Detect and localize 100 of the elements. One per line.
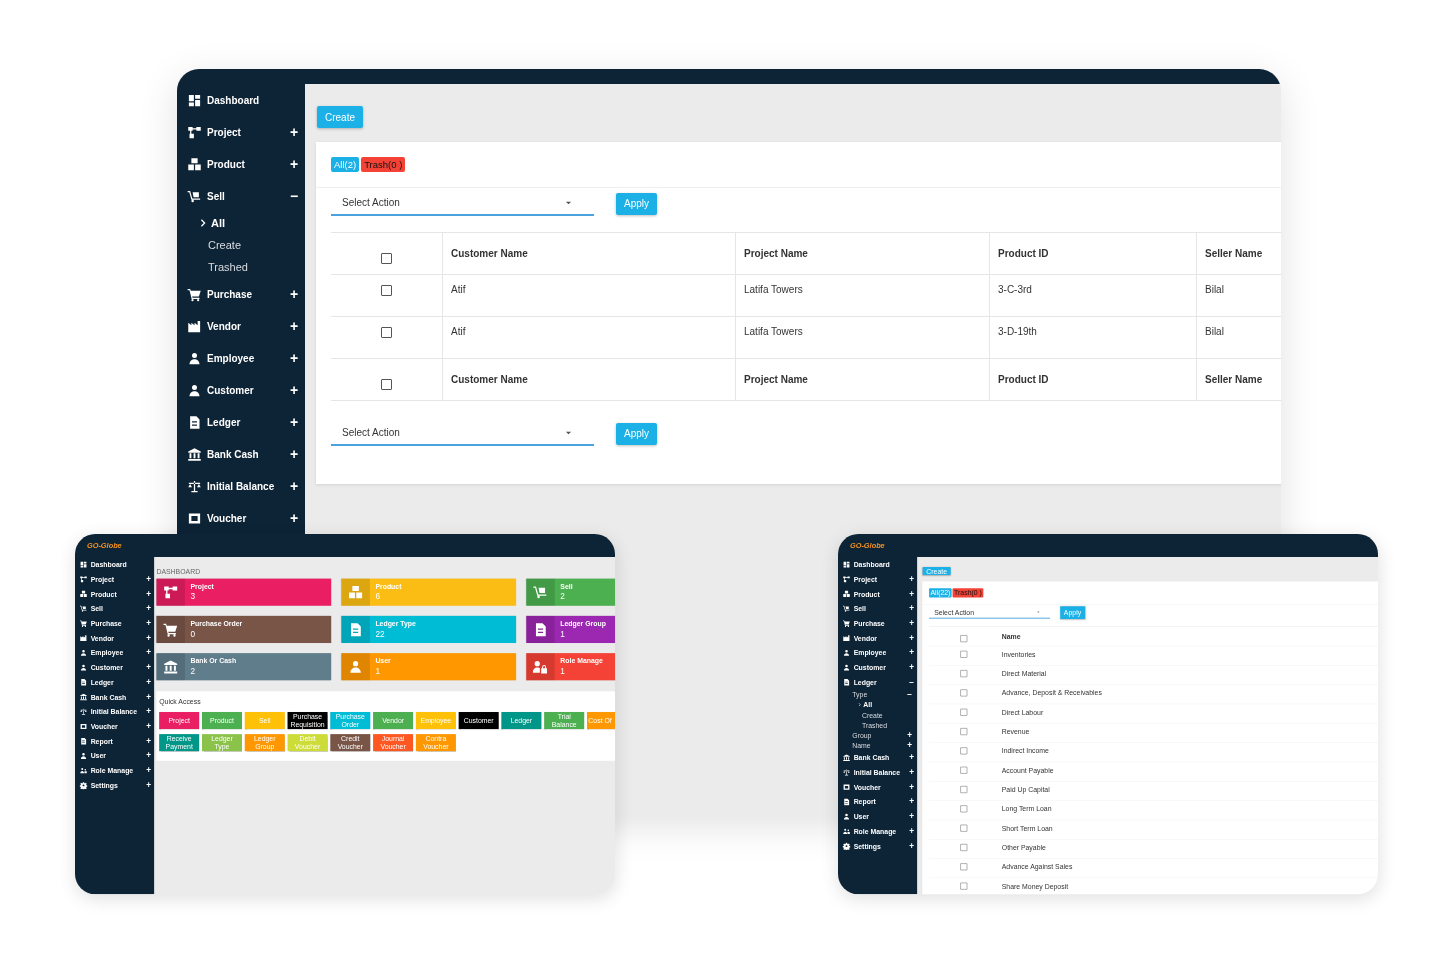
submenu-link[interactable]: All (211, 217, 226, 229)
column-header: Customer Name (451, 248, 528, 259)
table-cell: Latifa Towers (744, 326, 803, 337)
caret-icon (565, 430, 572, 435)
network-icon (842, 575, 851, 583)
expand-toggle[interactable]: + (908, 618, 915, 629)
column-header: Seller Name (1205, 248, 1263, 259)
grid-icon (79, 560, 88, 569)
sidebar-link[interactable]: Vendor (187, 318, 241, 334)
submenu-link[interactable]: Create (208, 239, 242, 251)
cart-icon (162, 621, 179, 638)
person-icon (79, 663, 88, 672)
bank-icon (162, 658, 179, 675)
expand-toggle[interactable]: + (908, 782, 915, 792)
person-icon (187, 382, 202, 398)
expand-toggle[interactable]: + (907, 730, 913, 740)
cart-icon (79, 619, 88, 628)
sidebar-link[interactable]: Voucher (187, 510, 247, 526)
expand-toggle[interactable]: + (908, 752, 915, 763)
expand-toggle[interactable]: + (289, 446, 299, 462)
expand-toggle[interactable]: + (908, 811, 915, 822)
expand-toggle[interactable]: + (289, 350, 299, 366)
sidebar-link[interactable]: Employee (187, 350, 255, 366)
sidebar-link[interactable]: Customer (187, 382, 254, 398)
filter-link[interactable]: Trash(0 ) (361, 157, 406, 172)
expand-toggle[interactable]: + (908, 841, 915, 851)
expand-toggle[interactable]: + (145, 780, 152, 790)
expand-toggle[interactable]: + (145, 647, 152, 658)
sidebar-link[interactable]: Bank Cash (187, 446, 259, 462)
stat-count: 0 (190, 629, 197, 639)
action-select[interactable]: Select Action (331, 421, 594, 446)
expand-toggle[interactable]: + (145, 721, 152, 732)
column-header: Customer Name (451, 374, 528, 385)
expand-toggle[interactable]: + (145, 706, 152, 717)
frame-icon (842, 783, 851, 791)
sidebar-link[interactable]: Sell (187, 188, 225, 204)
stat-count: 2 (560, 591, 566, 602)
submenu-link[interactable]: Trashed (208, 261, 248, 273)
stat-count: 1 (375, 666, 381, 677)
expand-toggle[interactable]: + (145, 750, 152, 761)
factory-icon (842, 634, 851, 642)
expand-toggle[interactable]: + (289, 478, 299, 494)
expand-toggle[interactable]: + (289, 286, 299, 302)
expand-toggle[interactable]: + (908, 633, 915, 643)
expand-toggle[interactable]: + (289, 156, 299, 172)
expand-toggle[interactable]: + (908, 796, 915, 807)
checkbox[interactable] (381, 285, 392, 296)
expand-toggle[interactable]: + (908, 662, 915, 673)
people-icon (79, 766, 88, 775)
expand-toggle[interactable]: + (145, 633, 152, 643)
expand-toggle[interactable]: + (908, 767, 915, 778)
expand-toggle[interactable]: + (145, 765, 152, 776)
people-icon (842, 827, 851, 836)
expand-toggle[interactable]: + (145, 603, 152, 614)
expand-toggle[interactable]: + (289, 510, 299, 526)
expand-toggle[interactable]: + (145, 662, 152, 673)
expand-toggle[interactable]: + (908, 574, 915, 584)
action-select[interactable]: Select Action (331, 191, 594, 216)
expand-toggle[interactable]: + (145, 677, 152, 687)
column-header: Project Name (744, 374, 808, 385)
document-icon (79, 678, 88, 687)
expand-toggle[interactable]: + (145, 618, 152, 629)
sidebar-link[interactable]: Ledger (187, 414, 241, 430)
factory-icon (187, 318, 202, 334)
sidebar-link[interactable]: Initial Balance (187, 478, 275, 494)
expand-toggle[interactable]: + (145, 588, 152, 599)
expand-toggle[interactable]: − (289, 188, 299, 204)
expand-toggle[interactable]: + (289, 318, 299, 334)
checkbox[interactable] (381, 327, 392, 338)
network-icon (187, 124, 202, 140)
factory-icon (79, 634, 88, 642)
expand-toggle[interactable]: + (289, 124, 299, 140)
sidebar-link[interactable]: Dashboard (187, 92, 260, 108)
gear-icon (79, 781, 88, 790)
table-cell: 3-D-19th (998, 326, 1037, 337)
sidebar-link[interactable]: Purchase (187, 286, 253, 302)
document-icon (842, 797, 851, 806)
expand-toggle[interactable]: + (908, 603, 915, 614)
person-icon (842, 663, 851, 672)
hand-truck-icon (532, 584, 549, 600)
expand-toggle[interactable]: + (908, 588, 915, 599)
expand-toggle[interactable]: + (145, 736, 152, 746)
stat-count: 3 (190, 591, 197, 602)
expand-toggle[interactable]: + (908, 647, 915, 658)
person-icon (842, 648, 851, 657)
expand-toggle[interactable]: + (289, 414, 299, 430)
checkbox[interactable] (381, 379, 392, 390)
checkbox[interactable] (381, 253, 392, 264)
expand-toggle[interactable]: + (145, 574, 152, 584)
expand-toggle[interactable]: + (908, 826, 915, 836)
person-icon (79, 648, 88, 657)
stat-count: 1 (560, 666, 566, 677)
boxes-icon (79, 589, 88, 598)
document-icon (842, 678, 851, 687)
expand-toggle[interactable]: + (145, 692, 152, 702)
expand-toggle[interactable]: + (907, 740, 913, 750)
table-cell: Bilal (1205, 284, 1224, 295)
sidebar-link[interactable]: Product (187, 156, 245, 172)
sidebar-link[interactable]: Project (187, 124, 241, 140)
expand-toggle[interactable]: + (289, 382, 299, 398)
